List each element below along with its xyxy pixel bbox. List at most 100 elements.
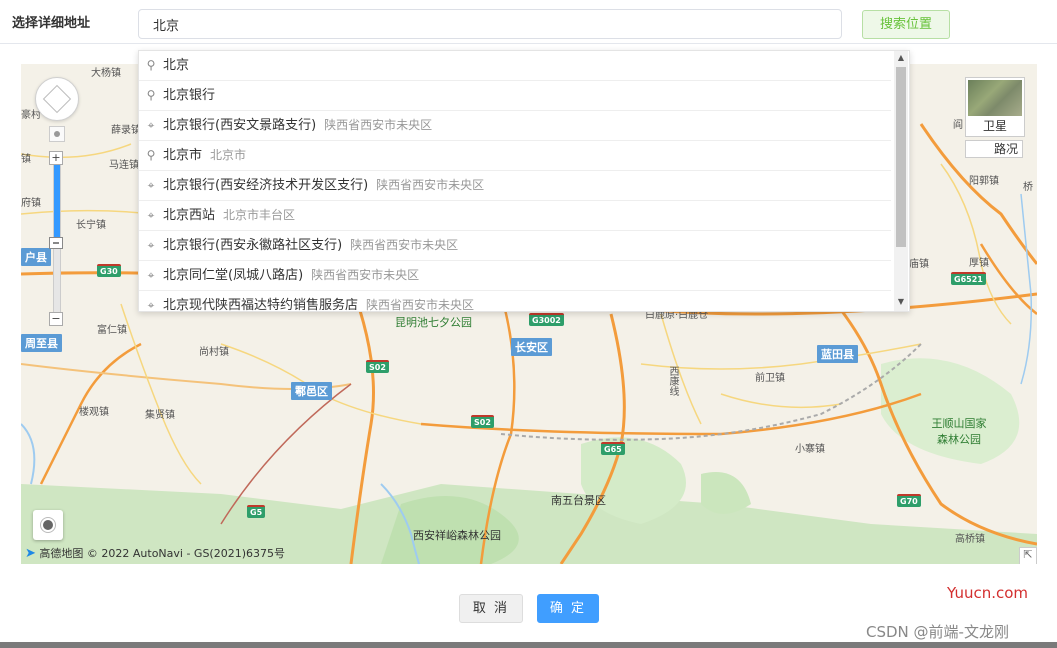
suggestion-name: 北京西站 <box>163 208 216 223</box>
address-label: 选择详细地址 <box>12 16 91 31</box>
search-location-button[interactable]: 搜索位置 <box>862 10 950 39</box>
map-label: 庙镇 <box>909 259 929 270</box>
suggestion-name: 北京银行(西安永徽路社区支行) <box>163 238 343 253</box>
map-label: 西安祥峪森林公园 <box>413 529 501 542</box>
suggestion-name: 北京同仁堂(凤城八路店) <box>163 268 304 283</box>
district-label: 周至县 <box>21 334 62 352</box>
geolocation-button[interactable] <box>33 510 63 540</box>
search-icon: ⚲ <box>146 58 156 72</box>
suggestion-item[interactable]: ⌖ 北京西站 北京市丰台区 <box>139 201 891 231</box>
map-label: 富仁镇 <box>97 325 127 336</box>
zoom-out-button[interactable]: − <box>49 312 63 326</box>
suggestion-item[interactable]: ⌖ 北京同仁堂(凤城八路店) 陕西省西安市未央区 <box>139 261 891 291</box>
map-label: 马连镇 <box>109 160 139 171</box>
attribution-text: © 2022 AutoNavi - GS(2021)6375号 <box>86 547 286 560</box>
map-label: 大杨镇 <box>91 68 121 79</box>
satellite-thumbnail <box>968 80 1022 116</box>
highway-shield: G3002 <box>529 313 564 326</box>
map-label: 厚镇 <box>969 258 989 269</box>
search-icon: ⚲ <box>146 148 156 162</box>
scroll-down-icon[interactable]: ▼ <box>894 295 908 309</box>
map-label: 高桥镇 <box>955 534 985 545</box>
highway-shield: G65 <box>601 442 625 455</box>
highway-shield: S02 <box>471 415 494 428</box>
scroll-up-icon[interactable]: ▲ <box>894 51 908 65</box>
suggestion-name: 北京银行(西安文景路支行) <box>163 118 317 133</box>
highway-shield: G6521 <box>951 272 986 285</box>
highway-shield: G70 <box>897 494 921 507</box>
suggestion-name: 北京 <box>163 58 190 73</box>
traffic-layer-button[interactable]: 路况 <box>965 140 1023 158</box>
confirm-button[interactable]: 确 定 <box>537 594 599 623</box>
search-icon: ⚲ <box>146 88 156 102</box>
zoom-level-fill <box>54 161 60 241</box>
csdn-watermark: CSDN @前端-文龙刚 <box>866 623 1009 641</box>
address-dialog: 选择详细地址 搜索位置 <box>0 0 1057 642</box>
amap-logo-icon: ➤ <box>25 546 36 561</box>
suggestion-item[interactable]: ⌖ 北京银行(西安文景路支行) 陕西省西安市未央区 <box>139 111 891 141</box>
suggestion-item[interactable]: ⌖ 北京银行(西安永徽路社区支行) 陕西省西安市未央区 <box>139 231 891 261</box>
map-label: 桥 <box>1023 182 1033 193</box>
zoom-in-button[interactable]: + <box>49 151 63 165</box>
map-label: 镇 <box>21 154 31 165</box>
suggestion-address: 北京市丰台区 <box>223 208 296 222</box>
attribution-brand: 高德地图 <box>39 547 84 560</box>
compass-control[interactable] <box>35 77 79 121</box>
collapse-corner-icon[interactable]: ⇱ <box>1019 547 1037 564</box>
map-label: 阎 <box>953 120 963 131</box>
map-label: 王顺山国家森林公园 <box>931 417 987 446</box>
map-attribution: ➤ 高德地图 © 2022 AutoNavi - GS(2021)6375号 <box>25 545 285 561</box>
map-label: 楼观镇 <box>79 407 109 418</box>
pin-icon: ⌖ <box>147 268 155 282</box>
map-label: 集贤镇 <box>145 410 175 421</box>
satellite-label: 卫星 <box>982 119 1007 133</box>
district-label: 户县 <box>21 248 51 266</box>
pin-icon: ⌖ <box>147 208 155 222</box>
suggestion-name: 北京现代陕西福达特约销售服务店 <box>163 298 359 312</box>
district-label: 长安区 <box>511 338 552 356</box>
suggestion-address: 陕西省西安市未央区 <box>311 268 420 282</box>
highway-shield: S02 <box>366 360 389 373</box>
pin-icon: ⌖ <box>147 118 155 132</box>
highway-shield: G30 <box>97 264 121 277</box>
map-label: 小寨镇 <box>795 444 825 455</box>
suggestion-dropdown: ⌖ 北京现代陕西福达特约销售服务店 陕西省西安市未央区 ⌖ 北京同仁堂(凤城八路店) 陕西… <box>138 50 910 312</box>
map-label: 府镇 <box>21 198 41 209</box>
suggestion-name: 北京银行(西安经济技术开发区支行) <box>163 178 369 193</box>
site-watermark: Yuucn.com <box>947 584 1029 602</box>
suggestion-address: 陕西省西安市未央区 <box>376 178 485 192</box>
map-label: 薛录镇 <box>111 125 141 136</box>
rotate-reset-button[interactable] <box>49 126 65 142</box>
address-input[interactable] <box>138 9 842 39</box>
suggestion-address: 北京市 <box>210 148 247 162</box>
suggestion-item[interactable]: ⚲ 北京市 北京市 <box>139 141 891 171</box>
compass-icon <box>42 84 72 114</box>
pin-icon: ⌖ <box>147 178 155 192</box>
suggestion-address: 陕西省西安市未央区 <box>366 298 475 312</box>
map-label: 南五台景区 <box>551 494 606 507</box>
highway-shield: G5 <box>247 505 266 518</box>
zoom-handle[interactable] <box>49 237 63 249</box>
district-label: 蓝田县 <box>817 345 858 363</box>
suggestion-name: 北京市 <box>163 148 203 163</box>
map-label: 前卫镇 <box>755 373 785 384</box>
scroll-thumb[interactable] <box>896 67 906 247</box>
map-label: 尚村镇 <box>199 347 229 358</box>
suggestion-item[interactable]: ⚲ 北京 <box>139 51 891 81</box>
satellite-layer-button[interactable]: 卫星 <box>965 77 1025 137</box>
overlay-bottom <box>0 642 1057 648</box>
dropdown-scrollbar[interactable]: ▲ ▼ <box>894 51 908 311</box>
pin-icon: ⌖ <box>147 298 155 312</box>
map-label: 西康线 <box>667 366 678 396</box>
suggestion-address: 陕西省西安市未央区 <box>350 238 459 252</box>
suggestion-item[interactable]: ⌖ 北京现代陕西福达特约销售服务店 陕西省西安市未央区 <box>139 291 891 312</box>
map-label: 阳郭镇 <box>969 176 999 187</box>
suggestion-name: 北京银行 <box>163 88 216 103</box>
suggestion-address: 陕西省西安市未央区 <box>324 118 433 132</box>
suggestion-item[interactable]: ⚲ 北京银行 <box>139 81 891 111</box>
map-label: 昆明池七夕公园 <box>395 316 472 329</box>
district-label: 鄠邑区 <box>291 382 332 400</box>
cancel-button[interactable]: 取 消 <box>459 594 523 623</box>
pin-icon: ⌖ <box>147 238 155 252</box>
suggestion-item[interactable]: ⌖ 北京银行(西安经济技术开发区支行) 陕西省西安市未央区 <box>139 171 891 201</box>
